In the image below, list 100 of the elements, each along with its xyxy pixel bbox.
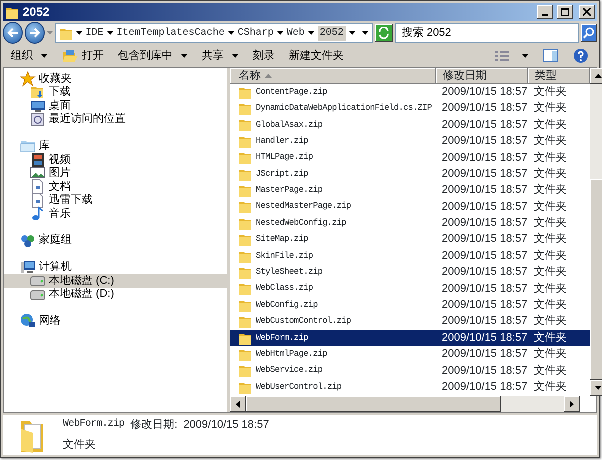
- nav-item[interactable]: 本地磁盘 (D:): [4, 288, 227, 302]
- type-cell-text: 文件夹: [533, 282, 568, 297]
- file-name: SkinFile.zip: [256, 250, 314, 263]
- nav-item[interactable]: 文档: [4, 180, 227, 194]
- type-cell-text: 文件夹: [533, 216, 568, 232]
- file-name: Handler.zip: [256, 134, 308, 148]
- file-name: WebService.zip: [256, 364, 323, 378]
- file-name: HTMLPage.zip: [256, 151, 314, 164]
- file-name: MasterPage.zip: [256, 184, 323, 197]
- date-cell-text: 2009/10/15 18:57: [441, 265, 528, 280]
- column-header[interactable]: 类型: [528, 68, 590, 84]
- file-row[interactable]: ContentPage.zip 2009/10/15 18:57 文件夹: [230, 84, 590, 100]
- file-row[interactable]: StyleSheet.zip 2009/10/15 18:57 文件夹: [230, 264, 590, 281]
- column-header[interactable]: 名称: [230, 68, 436, 84]
- breadcrumb-item[interactable]: Web: [286, 26, 305, 40]
- column-header[interactable]: 修改日期: [436, 68, 528, 84]
- file-row[interactable]: WebForm.zip 2009/10/15 18:57 文件夹: [230, 330, 590, 346]
- date-cell-text: 2009/10/15 18:57: [441, 347, 528, 362]
- type-cell-text: 文件夹: [533, 248, 568, 264]
- date-cell-text: 2009/10/15 18:57: [441, 314, 528, 330]
- nav-item[interactable]: 网络: [4, 314, 227, 328]
- file-row[interactable]: WebHtmlPage.zip 2009/10/15 18:57 文件夹: [230, 346, 590, 363]
- file-row[interactable]: SiteMap.zip 2009/10/15 18:57 文件夹: [230, 232, 590, 248]
- file-row[interactable]: NestedMasterPage.zip 2009/10/15 18:57 文件夹: [230, 198, 590, 216]
- breadcrumb-item[interactable]: IDE: [86, 26, 104, 40]
- nav-item[interactable]: 家庭组: [4, 234, 227, 248]
- file-type: 文件夹: [63, 438, 97, 452]
- date-cell-text: 2009/10/15 18:57: [441, 216, 528, 232]
- date-cell-text: 2009/10/15 18:57: [441, 134, 528, 150]
- nav-item[interactable]: 收藏夹: [4, 72, 227, 86]
- window-title: 2052: [23, 4, 50, 21]
- nav-item[interactable]: 视频: [4, 152, 227, 167]
- file-row[interactable]: GlobalAsax.zip 2009/10/15 18:57 文件夹: [230, 116, 590, 134]
- file-name: SiteMap.zip: [256, 233, 308, 246]
- date-cell-text: 2009/10/15 18:57: [441, 183, 528, 198]
- search-field[interactable]: 搜索 2052: [394, 23, 579, 43]
- date-cell-text: 2009/10/15 18:57: [441, 330, 528, 346]
- nav-item[interactable]: 图片: [4, 166, 227, 180]
- file-row[interactable]: MasterPage.zip 2009/10/15 18:57 文件夹: [230, 182, 590, 199]
- type-cell-text: 文件夹: [533, 84, 568, 100]
- nav-item[interactable]: 音乐: [4, 207, 227, 221]
- toolbar-button[interactable]: 刻录: [253, 48, 275, 64]
- file-name: NestedWebConfig.zip: [256, 216, 346, 230]
- type-cell-text: 文件夹: [533, 314, 568, 330]
- file-name: WebHtmlPage.zip: [256, 348, 328, 361]
- type-cell-text: 文件夹: [533, 150, 568, 166]
- file-name: WebClass.zip: [256, 282, 314, 296]
- breadcrumb-item[interactable]: CSharp: [238, 26, 274, 40]
- type-cell-text: 文件夹: [533, 380, 568, 395]
- date-cell-text: 2009/10/15 18:57: [441, 118, 528, 133]
- date-cell-text: 2009/10/15 18:57: [441, 200, 528, 215]
- file-row[interactable]: NestedWebConfig.zip 2009/10/15 18:57 文件夹: [230, 215, 590, 232]
- file-row[interactable]: Handler.zip 2009/10/15 18:57 文件夹: [230, 133, 590, 150]
- file-row[interactable]: WebUserControl.zip 2009/10/15 18:57 文件夹: [230, 379, 590, 396]
- date-cell-text: 2009/10/15 18:57: [441, 364, 528, 379]
- file-row[interactable]: DynamicDataWebApplicationField.cs.ZIP 2009/10/15 18:57 文件夹: [230, 100, 590, 117]
- file-row[interactable]: HTMLPage.zip 2009/10/15 18:57 文件夹: [230, 150, 590, 166]
- type-cell-text: 文件夹: [533, 134, 568, 150]
- date-cell-text: 2009/10/15 18:57: [441, 166, 528, 182]
- file-row[interactable]: SkinFile.zip 2009/10/15 18:57 文件夹: [230, 248, 590, 264]
- type-cell-text: 文件夹: [533, 364, 568, 379]
- type-cell-text: 文件夹: [533, 182, 568, 198]
- file-name: WebForm.zip: [256, 332, 308, 344]
- nav-item[interactable]: 本地磁盘 (C:): [4, 274, 227, 288]
- breadcrumb-item[interactable]: 2052: [318, 26, 346, 40]
- date-cell-text: 2009/10/15 18:57: [441, 380, 528, 395]
- type-cell-text: 文件夹: [533, 118, 568, 133]
- address-bar[interactable]: IDE ItemTemplatesCache CSharp Web 2052: [54, 23, 373, 43]
- file-row[interactable]: JScript.zip 2009/10/15 18:57 文件夹: [230, 166, 590, 182]
- date-cell-text: 2009/10/15 18:57: [441, 101, 528, 116]
- nav-item[interactable]: 最近访问的位置: [4, 112, 227, 126]
- type-cell-text: 文件夹: [533, 100, 568, 116]
- file-row[interactable]: WebService.zip 2009/10/15 18:57 文件夹: [230, 362, 590, 380]
- date-cell-text: 2009/10/15 18:57: [441, 298, 528, 314]
- nav-item[interactable]: 计算机: [4, 260, 227, 274]
- type-cell-text: 文件夹: [533, 330, 568, 346]
- file-name: DynamicDataWebApplicationField.cs.ZIP: [256, 102, 432, 116]
- breadcrumb-item[interactable]: ItemTemplatesCache: [116, 26, 225, 40]
- nav-item[interactable]: 迅雷下载: [4, 194, 227, 208]
- nav-item[interactable]: 库: [4, 139, 227, 153]
- file-name: GlobalAsax.zip: [256, 118, 323, 132]
- toolbar-button[interactable]: 共享: [202, 48, 239, 64]
- file-row[interactable]: WebConfig.zip 2009/10/15 18:57 文件夹: [230, 297, 590, 314]
- toolbar-button[interactable]: 包含到库中: [118, 48, 188, 64]
- file-name: StyleSheet.zip: [256, 266, 323, 279]
- nav-item[interactable]: 下载: [4, 86, 227, 100]
- toolbar-button[interactable]: 新建文件夹: [289, 48, 344, 64]
- type-cell-text: 文件夹: [533, 200, 568, 215]
- date-cell-text: 2009/10/15 18:57: [441, 84, 528, 100]
- date-value: 2009/10/15 18:57: [184, 418, 270, 433]
- file-name: WebConfig.zip: [256, 298, 318, 312]
- date-cell-text: 2009/10/15 18:57: [441, 248, 528, 264]
- toolbar-button[interactable]: 打开: [62, 48, 104, 64]
- nav-item[interactable]: 桌面: [4, 99, 227, 113]
- file-row[interactable]: WebClass.zip 2009/10/15 18:57 文件夹: [230, 280, 590, 298]
- toolbar-button[interactable]: 组织: [11, 48, 48, 64]
- file-name: JScript.zip: [256, 168, 308, 181]
- file-name: ContentPage.zip: [256, 86, 328, 99]
- type-cell-text: 文件夹: [533, 232, 568, 248]
- file-row[interactable]: WebCustomControl.zip 2009/10/15 18:57 文件夹: [230, 313, 590, 330]
